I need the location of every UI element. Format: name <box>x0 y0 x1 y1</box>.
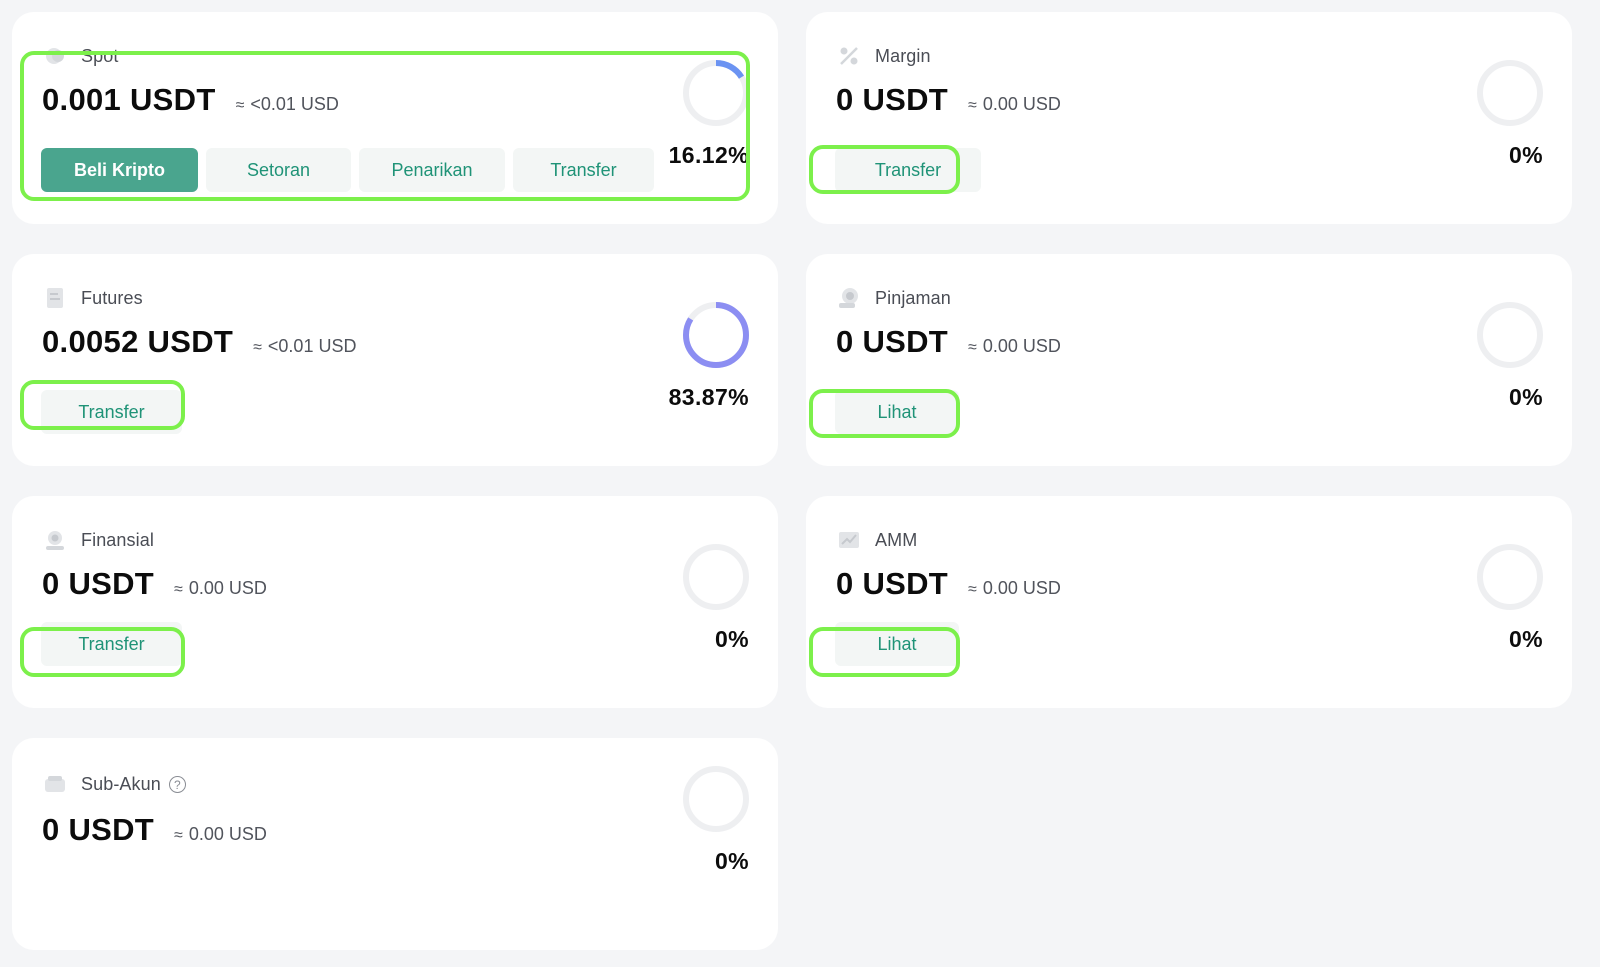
spot-balance-row: 0.001 USDT ≈ <0.01 USD <box>42 82 339 118</box>
futures-account-card: Futures 0.0052 USDT ≈ <0.01 USD 83.87% Tr… <box>12 254 778 466</box>
futures-header: Futures <box>44 286 143 310</box>
finance-allocation-ring <box>683 544 749 610</box>
loan-balance: 0 USDT <box>836 324 949 359</box>
approx-symbol: ≈ <box>968 97 977 114</box>
margin-usd-value: ≈0.00 USD <box>968 94 1061 115</box>
futures-balance: 0.0052 USDT <box>42 324 234 359</box>
finance-account-card: Finansial 0 USDT ≈0.00 USD 0% Transfer <box>12 496 778 708</box>
loan-usd-value: ≈0.00 USD <box>968 336 1061 357</box>
amm-usd-amount: 0.00 USD <box>982 578 1061 598</box>
futures-allocation-ring <box>683 302 749 368</box>
futures-transfer-button[interactable]: Transfer <box>41 390 182 434</box>
futures-account-name: Futures <box>81 287 143 308</box>
sub-account-usd-value: ≈0.00 USD <box>174 824 267 845</box>
amm-usd-value: ≈0.00 USD <box>968 578 1061 599</box>
approx-symbol: ≈ <box>235 97 245 114</box>
amm-allocation-ring <box>1477 544 1543 610</box>
futures-document-icon <box>44 287 66 309</box>
margin-balance-row: 0 USDT ≈0.00 USD <box>836 82 1061 118</box>
spot-allocation-ring <box>683 60 749 126</box>
futures-actions: Transfer <box>41 390 182 434</box>
spot-actions: Beli Kripto Setoran Penarikan Transfer <box>41 148 654 192</box>
loan-account-card: Pinjaman 0 USDT ≈0.00 USD 0% Lihat <box>806 254 1572 466</box>
finance-usd-amount: 0.00 USD <box>188 578 267 598</box>
sub-account-header: Sub-Akun ? <box>44 772 186 796</box>
sub-account-name: Sub-Akun <box>81 773 161 794</box>
loan-account-name: Pinjaman <box>875 287 951 308</box>
spot-account-card: Spot 0.001 USDT ≈ <0.01 USD 16.12% Beli K… <box>12 12 778 224</box>
margin-header: Margin <box>838 44 931 68</box>
finance-balance: 0 USDT <box>42 566 155 601</box>
margin-account-name: Margin <box>875 45 931 66</box>
spot-header: Spot <box>44 44 118 68</box>
futures-usd-value: ≈ <0.01 USD <box>253 336 356 357</box>
futures-percent: 83.87% <box>668 384 749 410</box>
margin-percent: 0% <box>1508 142 1543 168</box>
loan-view-button[interactable]: Lihat <box>835 390 959 434</box>
loan-actions: Lihat <box>835 390 959 434</box>
margin-actions: Transfer <box>835 148 981 192</box>
loan-icon <box>838 287 860 309</box>
finance-transfer-button[interactable]: Transfer <box>41 622 182 666</box>
question-icon[interactable]: ? <box>168 775 186 793</box>
futures-usd-amount: <0.01 USD <box>267 336 357 356</box>
amm-account-name: AMM <box>875 529 918 550</box>
margin-percent-icon <box>838 45 860 67</box>
approx-symbol: ≈ <box>968 581 977 598</box>
amm-header: AMM <box>838 528 917 552</box>
deposit-button[interactable]: Setoran <box>206 148 351 192</box>
sub-account-card: Sub-Akun ? 0 USDT ≈0.00 USD 0% <box>12 738 778 950</box>
finance-percent: 0% <box>714 626 749 652</box>
margin-account-card: Margin 0 USDT ≈0.00 USD 0% Transfer <box>806 12 1572 224</box>
amm-account-card: AMM 0 USDT ≈0.00 USD 0% Lihat <box>806 496 1572 708</box>
sub-account-percent: 0% <box>714 848 749 874</box>
sub-account-balance: 0 USDT <box>42 812 155 847</box>
amm-chart-icon <box>838 529 860 551</box>
sub-account-balance-row: 0 USDT ≈0.00 USD <box>42 812 267 848</box>
margin-transfer-button[interactable]: Transfer <box>835 148 981 192</box>
spot-coin-icon <box>44 45 66 67</box>
amm-actions: Lihat <box>835 622 959 666</box>
amm-balance-row: 0 USDT ≈0.00 USD <box>836 566 1061 602</box>
spot-transfer-button[interactable]: Transfer <box>513 148 654 192</box>
finance-header: Finansial <box>44 528 154 552</box>
amm-view-button[interactable]: Lihat <box>835 622 959 666</box>
sub-account-usd-amount: 0.00 USD <box>188 824 267 844</box>
spot-usd-value: ≈ <0.01 USD <box>236 94 339 115</box>
buy-crypto-button[interactable]: Beli Kripto <box>41 148 198 192</box>
spot-percent: 16.12% <box>668 142 749 168</box>
loan-usd-amount: 0.00 USD <box>982 336 1061 356</box>
finance-usd-value: ≈0.00 USD <box>174 578 267 599</box>
spot-balance: 0.001 USDT <box>42 82 216 117</box>
margin-balance: 0 USDT <box>836 82 949 117</box>
amm-percent: 0% <box>1508 626 1543 652</box>
sub-account-allocation-ring <box>683 766 749 832</box>
amm-balance: 0 USDT <box>836 566 949 601</box>
withdraw-button[interactable]: Penarikan <box>359 148 505 192</box>
approx-symbol: ≈ <box>174 827 183 844</box>
futures-balance-row: 0.0052 USDT ≈ <0.01 USD <box>42 324 356 360</box>
finance-actions: Transfer <box>41 622 182 666</box>
approx-symbol: ≈ <box>174 581 183 598</box>
loan-header: Pinjaman <box>838 286 951 310</box>
loan-balance-row: 0 USDT ≈0.00 USD <box>836 324 1061 360</box>
approx-symbol: ≈ <box>253 339 262 356</box>
margin-usd-amount: 0.00 USD <box>982 94 1061 114</box>
finance-account-name: Finansial <box>81 529 154 550</box>
finance-icon <box>44 529 66 551</box>
sub-account-wallet-icon <box>44 773 66 795</box>
spot-account-name: Spot <box>81 45 119 66</box>
loan-percent: 0% <box>1508 384 1543 410</box>
finance-balance-row: 0 USDT ≈0.00 USD <box>42 566 267 602</box>
margin-allocation-ring <box>1477 60 1543 126</box>
spot-usd-amount: <0.01 USD <box>250 94 339 114</box>
loan-allocation-ring <box>1477 302 1543 368</box>
approx-symbol: ≈ <box>968 339 977 356</box>
